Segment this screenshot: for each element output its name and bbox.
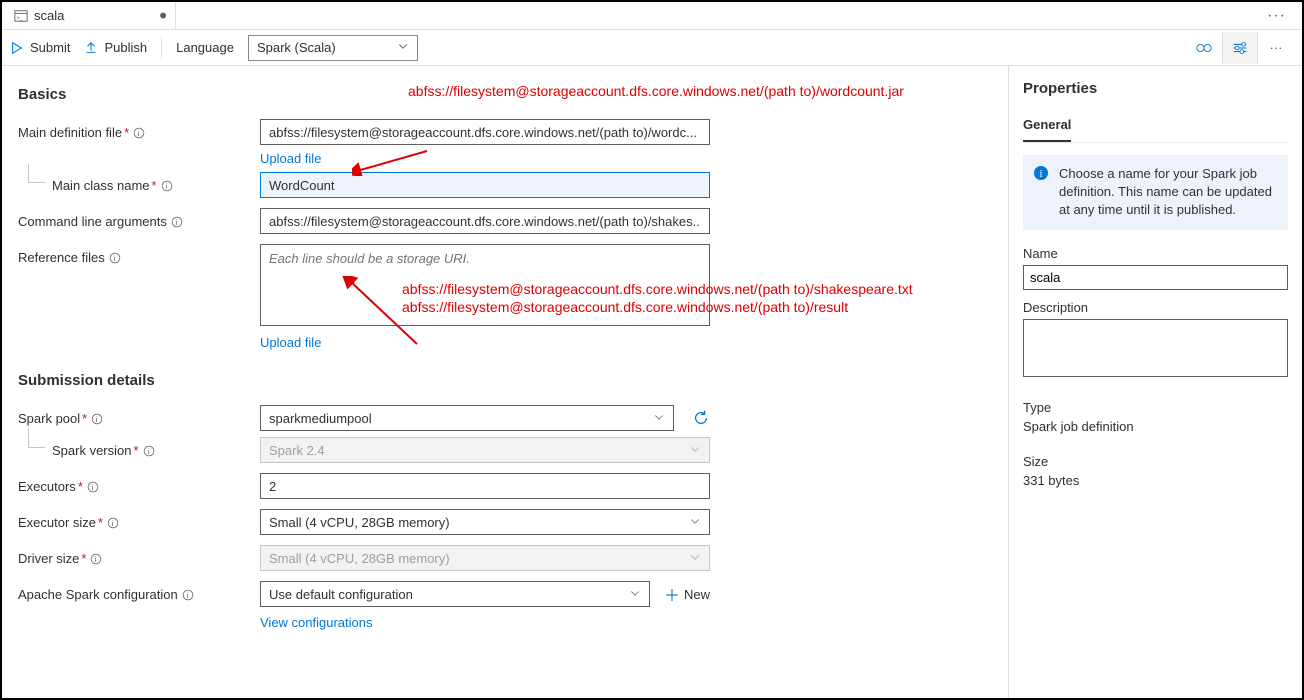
submit-button[interactable]: Submit [10, 40, 70, 55]
name-label: Name [1023, 246, 1288, 261]
settings-panel-button[interactable] [1222, 32, 1258, 64]
relationships-button[interactable] [1186, 32, 1222, 64]
chevron-down-icon [653, 411, 665, 426]
spark-pool-select[interactable]: sparkmediumpool [260, 405, 674, 431]
publish-label: Publish [104, 40, 147, 55]
upload-file-link[interactable]: Upload file [260, 151, 321, 166]
main-class-name-label: Main class name* i [18, 172, 260, 193]
command-line-arguments-input[interactable] [260, 208, 710, 234]
publish-button[interactable]: Publish [84, 40, 147, 55]
play-icon [10, 41, 24, 55]
spark-configuration-label: Apache Spark configuration i [18, 581, 260, 602]
chevron-down-icon [629, 587, 641, 602]
spark-configuration-select[interactable]: Use default configuration [260, 581, 650, 607]
type-value: Spark job definition [1023, 419, 1288, 434]
tab-overflow-button[interactable]: ··· [1255, 7, 1298, 25]
executor-size-select[interactable]: Small (4 vCPU, 28GB memory) [260, 509, 710, 535]
info-icon: i [1033, 165, 1049, 186]
svg-text:i: i [175, 218, 177, 227]
properties-panel: Properties General i Choose a name for y… [1008, 66, 1302, 698]
info-icon[interactable]: i [161, 180, 173, 192]
driver-size-select: Small (4 vCPU, 28GB memory) [260, 545, 710, 571]
language-select[interactable]: Spark (Scala) [248, 35, 418, 61]
language-label: Language [176, 40, 234, 55]
chevron-down-icon [689, 551, 701, 566]
info-icon[interactable]: i [182, 589, 194, 601]
main-panel: abfss://filesystem@storageaccount.dfs.co… [2, 66, 1008, 698]
driver-size-label: Driver size* i [18, 545, 260, 566]
svg-text:i: i [186, 591, 188, 600]
main-definition-file-label: Main definition file* i [18, 119, 260, 140]
svg-text:i: i [138, 129, 140, 138]
svg-text:i: i [112, 519, 114, 528]
description-label: Description [1023, 300, 1288, 315]
description-textarea[interactable] [1023, 319, 1288, 377]
chevron-down-icon [689, 443, 701, 458]
upload-file-link-2[interactable]: Upload file [260, 335, 321, 350]
svg-text:i: i [96, 415, 98, 424]
info-icon[interactable]: i [90, 553, 102, 565]
size-label: Size [1023, 454, 1288, 469]
submit-label: Submit [30, 40, 70, 55]
type-label: Type [1023, 400, 1288, 415]
info-icon[interactable]: i [109, 252, 121, 264]
svg-text:i: i [113, 254, 115, 263]
info-icon[interactable]: i [91, 413, 103, 425]
spark-pool-label: Spark pool* i [18, 405, 260, 426]
executor-size-label: Executor size* i [18, 509, 260, 530]
dirty-indicator-icon: • [159, 12, 167, 20]
tab-title: scala [34, 8, 64, 23]
info-callout: i Choose a name for your Spark job defin… [1023, 155, 1288, 230]
view-configurations-link[interactable]: View configurations [260, 615, 373, 630]
svg-text:i: i [95, 555, 97, 564]
submission-heading: Submission details [18, 372, 992, 389]
svg-text:>_: >_ [17, 15, 23, 21]
executors-label: Executors* i [18, 473, 260, 494]
main-class-name-input[interactable] [260, 172, 710, 198]
more-actions-button[interactable]: ··· [1258, 32, 1294, 64]
basics-heading: Basics [18, 86, 992, 103]
upload-icon [84, 41, 98, 55]
info-icon[interactable]: i [143, 445, 155, 457]
info-icon[interactable]: i [171, 216, 183, 228]
tab-general[interactable]: General [1023, 109, 1071, 142]
refresh-button[interactable] [692, 409, 710, 427]
plus-icon: ＋ [664, 582, 680, 606]
name-input[interactable] [1023, 265, 1288, 290]
info-icon[interactable]: i [87, 481, 99, 493]
toolbar: Submit Publish Language Spark (Scala) ··… [2, 30, 1302, 66]
svg-text:i: i [1040, 168, 1043, 180]
reference-files-label: Reference files i [18, 244, 260, 265]
properties-heading: Properties [1023, 80, 1288, 97]
spark-version-label: Spark version* i [18, 437, 260, 458]
spark-version-select: Spark 2.4 [260, 437, 710, 463]
svg-text:i: i [165, 182, 167, 191]
svg-text:i: i [147, 447, 149, 456]
chevron-down-icon [689, 515, 701, 530]
script-icon: >_ [14, 9, 28, 23]
command-line-arguments-label: Command line arguments i [18, 208, 260, 229]
size-value: 331 bytes [1023, 473, 1288, 488]
main-definition-file-input[interactable] [260, 119, 710, 145]
tab-bar: >_ scala • ··· [2, 2, 1302, 30]
file-tab[interactable]: >_ scala • [6, 2, 176, 29]
new-configuration-button[interactable]: ＋ New [664, 582, 710, 606]
info-icon[interactable]: i [133, 127, 145, 139]
info-icon[interactable]: i [107, 517, 119, 529]
reference-files-textarea[interactable] [260, 244, 710, 326]
executors-input[interactable] [260, 473, 710, 499]
chevron-down-icon [397, 40, 409, 55]
svg-text:i: i [91, 483, 93, 492]
language-value: Spark (Scala) [257, 40, 336, 55]
